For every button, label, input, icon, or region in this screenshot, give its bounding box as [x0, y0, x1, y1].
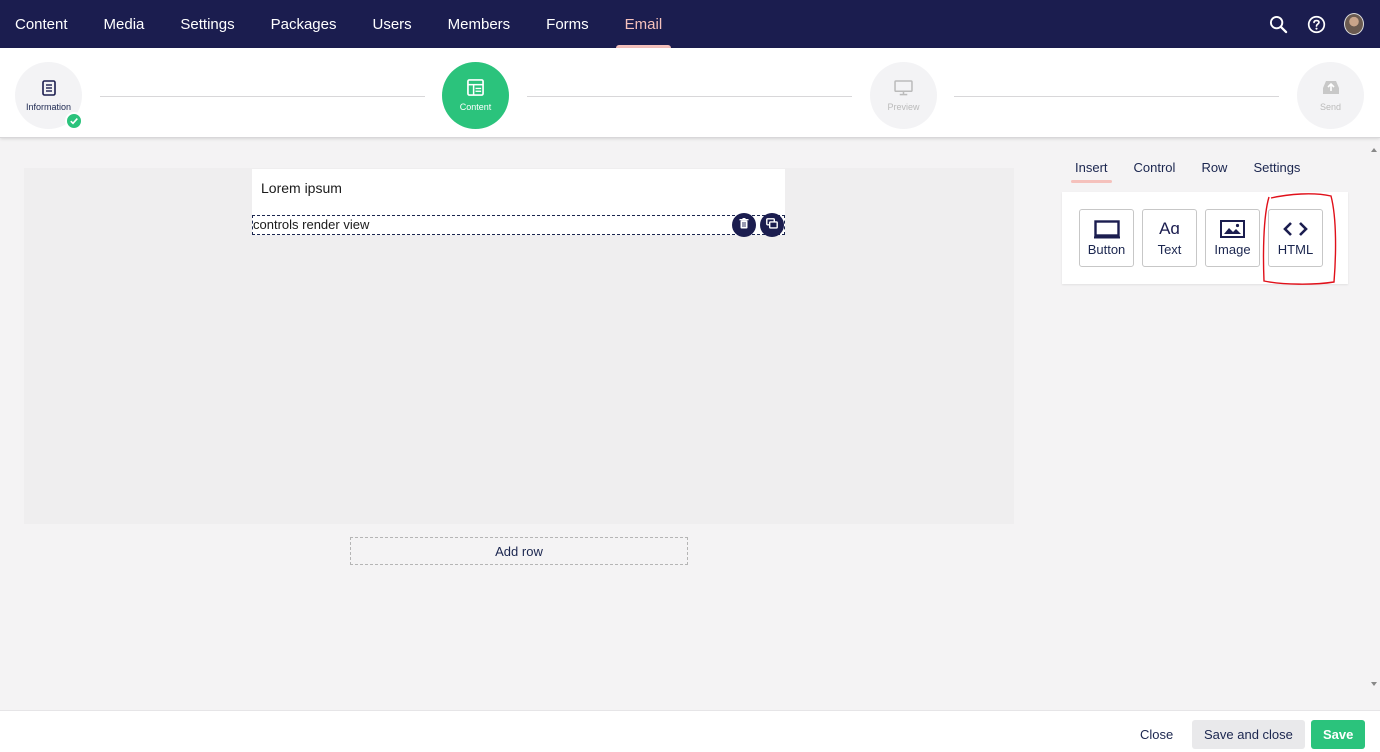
email-stepper: Information Content Preview Send [0, 48, 1380, 138]
step-label: Content [459, 102, 492, 112]
tool-label: HTML [1277, 242, 1314, 257]
tool-label: Image [1214, 242, 1251, 257]
delete-control-button[interactable] [732, 213, 756, 237]
monitor-icon [894, 79, 913, 98]
help-icon[interactable] [1306, 14, 1326, 34]
tool-label: Text [1157, 242, 1182, 257]
panel-tabs: Insert Control Row Settings [1062, 156, 1313, 185]
tab-insert[interactable]: Insert [1062, 156, 1121, 185]
nav-item-forms[interactable]: Forms [528, 0, 607, 48]
scroll-down-icon[interactable] [1371, 682, 1377, 686]
save-and-close-button[interactable]: Save and close [1192, 720, 1305, 749]
footer-bar: Close Save and close Save [0, 710, 1380, 752]
checkmark-icon [65, 112, 83, 130]
step-content[interactable]: Content [442, 62, 509, 129]
insert-image-tool[interactable]: Image [1205, 209, 1260, 267]
layout-icon [467, 79, 484, 98]
close-button[interactable]: Close [1128, 720, 1185, 749]
nav-item-users[interactable]: Users [354, 0, 429, 48]
add-row-button[interactable]: Add row [350, 537, 688, 565]
user-avatar[interactable] [1344, 13, 1364, 35]
tab-control[interactable]: Control [1121, 156, 1189, 185]
main-nav: Content Media Settings Packages Users Me… [0, 0, 680, 48]
scroll-up-icon[interactable] [1371, 148, 1377, 152]
trash-icon [739, 216, 749, 234]
nav-item-packages[interactable]: Packages [253, 0, 355, 48]
step-send[interactable]: Send [1297, 62, 1364, 129]
scrollbar[interactable] [1368, 142, 1380, 692]
copy-icon [766, 216, 778, 234]
image-icon [1220, 219, 1245, 239]
nav-item-settings[interactable]: Settings [162, 0, 252, 48]
search-icon[interactable] [1268, 14, 1288, 34]
step-information[interactable]: Information [15, 62, 83, 130]
nav-item-media[interactable]: Media [86, 0, 163, 48]
insert-text-tool[interactable]: Aɑ Text [1142, 209, 1197, 267]
insert-html-tool[interactable]: HTML [1268, 209, 1323, 267]
document-icon [41, 79, 56, 98]
tab-row[interactable]: Row [1188, 156, 1240, 185]
copy-control-button[interactable] [760, 213, 784, 237]
insert-button-tool[interactable]: Button [1079, 209, 1134, 267]
step-label: Information [25, 101, 72, 112]
email-text-block[interactable]: Lorem ipsum [252, 169, 785, 215]
nav-item-content[interactable]: Content [0, 0, 86, 48]
nav-item-members[interactable]: Members [430, 0, 529, 48]
top-navigation: Content Media Settings Packages Users Me… [0, 0, 1380, 48]
nav-item-email[interactable]: Email [607, 0, 681, 48]
code-icon [1283, 219, 1308, 239]
step-label: Send [1319, 102, 1342, 112]
text-icon: Aɑ [1159, 219, 1180, 238]
step-connector [954, 96, 1279, 97]
step-connector [527, 96, 852, 97]
insert-tools-panel: Button Aɑ Text Image HTML [1062, 192, 1348, 284]
control-render-view[interactable]: controls render view [252, 215, 785, 235]
avatar [1344, 13, 1364, 35]
step-label: Preview [887, 101, 920, 112]
top-icons [1268, 0, 1364, 48]
tab-settings[interactable]: Settings [1240, 156, 1313, 185]
tool-label: Button [1087, 242, 1126, 257]
send-icon [1321, 79, 1341, 98]
button-icon [1093, 219, 1120, 239]
email-heading: Lorem ipsum [261, 180, 342, 196]
save-button[interactable]: Save [1311, 720, 1366, 749]
step-preview[interactable]: Preview [870, 62, 937, 129]
control-text: controls render view [253, 217, 370, 232]
step-connector [100, 96, 425, 97]
